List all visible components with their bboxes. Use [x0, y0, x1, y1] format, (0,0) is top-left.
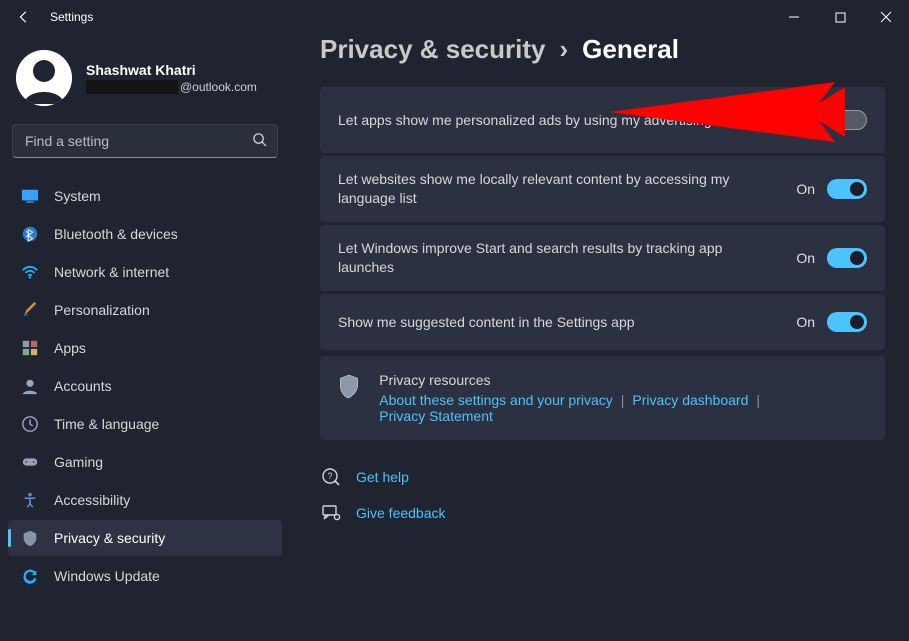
- resources-title: Privacy resources: [379, 372, 867, 388]
- sidebar-item-label: Bluetooth & devices: [54, 226, 178, 242]
- settings-list: Let apps show me personalized ads by usi…: [320, 87, 885, 440]
- get-help-row[interactable]: ? Get help: [320, 466, 885, 488]
- setting-language-content[interactable]: Let websites show me locally relevant co…: [320, 156, 885, 222]
- sidebar-item-label: Accessibility: [54, 492, 130, 508]
- user-name: Shashwat Khatri: [86, 62, 257, 78]
- breadcrumb: Privacy & security › General: [320, 34, 885, 65]
- accessibility-icon: [20, 490, 40, 510]
- sidebar-item-privacy[interactable]: Privacy & security: [8, 520, 282, 556]
- privacy-resources-panel: Privacy resources About these settings a…: [320, 356, 885, 440]
- avatar: [16, 50, 72, 106]
- breadcrumb-current: General: [582, 34, 679, 65]
- sidebar-item-label: System: [54, 188, 101, 204]
- sidebar-item-gaming[interactable]: Gaming: [8, 444, 282, 480]
- sidebar-item-label: Time & language: [54, 416, 159, 432]
- back-button[interactable]: [12, 5, 36, 29]
- email-suffix: @outlook.com: [180, 80, 257, 94]
- sidebar: Shashwat Khatri @outlook.com: [0, 34, 290, 641]
- sidebar-item-label: Privacy & security: [54, 530, 165, 546]
- titlebar: Settings: [0, 0, 909, 34]
- toggle-state: Off: [797, 112, 815, 128]
- link-privacy-statement[interactable]: Privacy Statement: [379, 408, 493, 424]
- minimize-button[interactable]: [771, 0, 817, 34]
- toggle-switch[interactable]: [827, 248, 867, 268]
- setting-label: Let apps show me personalized ads by usi…: [338, 111, 797, 130]
- get-help-link[interactable]: Get help: [356, 469, 409, 485]
- sidebar-item-apps[interactable]: Apps: [8, 330, 282, 366]
- setting-label: Let websites show me locally relevant co…: [338, 170, 796, 208]
- window-title: Settings: [50, 10, 93, 24]
- system-icon: [20, 186, 40, 206]
- setting-advertising-id[interactable]: Let apps show me personalized ads by usi…: [320, 87, 885, 153]
- sidebar-item-update[interactable]: Windows Update: [8, 558, 282, 594]
- feedback-link[interactable]: Give feedback: [356, 505, 446, 521]
- toggle-state: On: [796, 250, 815, 266]
- setting-app-launches[interactable]: Let Windows improve Start and search res…: [320, 225, 885, 291]
- sidebar-item-label: Windows Update: [54, 568, 160, 584]
- accounts-icon: [20, 376, 40, 396]
- bluetooth-icon: [20, 224, 40, 244]
- sidebar-item-label: Accounts: [54, 378, 112, 394]
- chevron-right-icon: ›: [559, 34, 568, 65]
- toggle-switch[interactable]: [827, 312, 867, 332]
- user-email: @outlook.com: [86, 80, 257, 94]
- brush-icon: [20, 300, 40, 320]
- shield-icon: [338, 374, 361, 403]
- toggle-state: On: [796, 181, 815, 197]
- sidebar-item-time[interactable]: Time & language: [8, 406, 282, 442]
- close-button[interactable]: [863, 0, 909, 34]
- sidebar-item-bluetooth[interactable]: Bluetooth & devices: [8, 216, 282, 252]
- search-input[interactable]: [23, 132, 252, 150]
- main-content: Privacy & security › General Let apps sh…: [290, 34, 909, 641]
- wifi-icon: [20, 262, 40, 282]
- toggle-switch[interactable]: [827, 179, 867, 199]
- sidebar-item-accessibility[interactable]: Accessibility: [8, 482, 282, 518]
- gamepad-icon: [20, 452, 40, 472]
- sidebar-item-personalization[interactable]: Personalization: [8, 292, 282, 328]
- setting-label: Let Windows improve Start and search res…: [338, 239, 796, 277]
- svg-text:?: ?: [327, 471, 332, 481]
- link-about-privacy[interactable]: About these settings and your privacy: [379, 392, 612, 408]
- nav-list: System Bluetooth & devices Network & int…: [8, 176, 282, 633]
- toggle-state: On: [796, 314, 815, 330]
- clock-icon: [20, 414, 40, 434]
- sidebar-item-label: Network & internet: [54, 264, 169, 280]
- setting-suggested-content[interactable]: Show me suggested content in the Setting…: [320, 294, 885, 350]
- link-privacy-dashboard[interactable]: Privacy dashboard: [632, 392, 748, 408]
- sidebar-item-label: Gaming: [54, 454, 103, 470]
- maximize-button[interactable]: [817, 0, 863, 34]
- help-icon: ?: [320, 466, 342, 488]
- user-block[interactable]: Shashwat Khatri @outlook.com: [8, 34, 282, 124]
- sidebar-item-label: Apps: [54, 340, 86, 356]
- search-icon: [252, 132, 267, 150]
- apps-icon: [20, 338, 40, 358]
- sidebar-item-network[interactable]: Network & internet: [8, 254, 282, 290]
- feedback-row[interactable]: Give feedback: [320, 502, 885, 524]
- email-redacted: [86, 80, 178, 94]
- feedback-icon: [320, 502, 342, 524]
- sidebar-item-system[interactable]: System: [8, 178, 282, 214]
- toggle-switch[interactable]: [827, 110, 867, 130]
- sidebar-item-accounts[interactable]: Accounts: [8, 368, 282, 404]
- shield-icon: [20, 528, 40, 548]
- breadcrumb-parent[interactable]: Privacy & security: [320, 34, 545, 65]
- search-box[interactable]: [12, 124, 278, 158]
- setting-label: Show me suggested content in the Setting…: [338, 313, 796, 332]
- update-icon: [20, 566, 40, 586]
- sidebar-item-label: Personalization: [54, 302, 150, 318]
